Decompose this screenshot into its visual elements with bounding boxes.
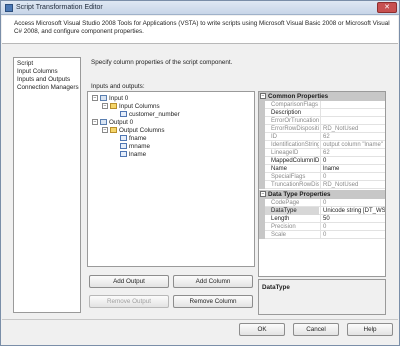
tree-node-output-0[interactable]: − Output 0: [92, 119, 133, 127]
sidebar-item-inputs-and-outputs[interactable]: Inputs and Outputs: [17, 76, 77, 84]
property-row-name[interactable]: Name lname: [259, 165, 385, 173]
add-output-button[interactable]: Add Output: [89, 275, 169, 288]
property-row-length[interactable]: Length 50: [259, 215, 385, 223]
tree-node-mname[interactable]: mname: [120, 143, 150, 151]
sidebar-item-input-columns[interactable]: Input Columns: [17, 68, 77, 76]
property-row-mapped-column-id[interactable]: MappedColumnID 0: [259, 157, 385, 165]
column-icon: [120, 151, 127, 158]
tree-node-input-columns[interactable]: − Input Columns: [102, 103, 160, 111]
close-icon[interactable]: ✕: [377, 2, 397, 13]
output-icon: [100, 119, 107, 126]
property-help-panel: DataType: [258, 279, 386, 315]
tree-node-label: Output 0: [109, 119, 134, 126]
remove-output-button[interactable]: Remove Output: [89, 295, 169, 308]
page-description: Specify column properties of the script …: [91, 59, 233, 66]
window-title: Script Transformation Editor: [16, 4, 103, 11]
add-column-button[interactable]: Add Column: [173, 275, 253, 288]
property-row-error-row-disposition[interactable]: ErrorRowDispositionRD_NotUsed: [259, 125, 385, 133]
help-button[interactable]: Help: [347, 323, 393, 336]
tree-node-label: lname: [129, 151, 147, 158]
property-row-description[interactable]: Description: [259, 109, 385, 117]
sidebar-item-script[interactable]: Script: [17, 60, 77, 68]
title-bar[interactable]: Script Transformation Editor ✕: [1, 1, 399, 15]
collapse-icon[interactable]: −: [92, 119, 98, 126]
ok-button[interactable]: OK: [239, 323, 285, 336]
collapse-icon[interactable]: −: [92, 95, 98, 102]
tree-node-output-columns[interactable]: − Output Columns: [102, 127, 165, 135]
app-icon: [5, 4, 13, 12]
common-properties-category[interactable]: − Common Properties: [259, 92, 385, 101]
folder-icon: [110, 127, 117, 134]
tree-node-label: Output Columns: [119, 127, 165, 134]
remove-column-button[interactable]: Remove Column: [173, 295, 253, 308]
property-row-identification-string[interactable]: IdentificationString output column "lname…: [259, 141, 385, 149]
collapse-icon[interactable]: −: [260, 93, 266, 99]
inputs-outputs-tree[interactable]: − Input 0 − Input Columns customer_number …: [87, 91, 255, 267]
tree-node-label: Input 0: [109, 95, 129, 102]
property-row-code-page[interactable]: CodePage 0: [259, 199, 385, 207]
header-description: Access Microsoft Visual Studio 2008 Tool…: [14, 20, 390, 35]
tree-node-input-0[interactable]: − Input 0: [92, 95, 128, 103]
tree-node-label: Input Columns: [119, 103, 160, 110]
tree-node-label: mname: [129, 143, 150, 150]
folder-icon: [110, 103, 117, 110]
script-transformation-editor-window: Script Transformation Editor ✕ Access Mi…: [0, 0, 400, 346]
property-grid[interactable]: − Common Properties ComparisonFlags Descr…: [258, 91, 386, 277]
property-row-truncation-row-disposition[interactable]: TruncationRowDisp RD_NotUsed: [259, 181, 385, 189]
property-help-title: DataType: [262, 284, 290, 291]
collapse-icon[interactable]: −: [102, 103, 108, 110]
property-row-precision[interactable]: Precision 0: [259, 223, 385, 231]
footer-divider: [2, 319, 398, 320]
tree-node-fname[interactable]: fname: [120, 135, 147, 143]
property-row-comparison-flags[interactable]: ComparisonFlags: [259, 101, 385, 109]
tree-node-label: customer_number: [129, 111, 180, 118]
inputs-outputs-label: Inputs and outputs:: [91, 83, 145, 90]
property-row-scale[interactable]: Scale 0: [259, 231, 385, 239]
property-row-error-or-truncation[interactable]: ErrorOrTruncationO: [259, 117, 385, 125]
column-icon: [120, 111, 127, 118]
property-row-id[interactable]: ID 62: [259, 133, 385, 141]
column-icon: [120, 143, 127, 150]
sidebar-item-connection-managers[interactable]: Connection Managers: [17, 84, 79, 92]
input-icon: [100, 95, 107, 102]
sidebar-nav: Script Input Columns Inputs and Outputs …: [13, 57, 81, 313]
data-type-properties-category[interactable]: − Data Type Properties: [259, 190, 385, 199]
cancel-button[interactable]: Cancel: [293, 323, 339, 336]
header-panel: Access Microsoft Visual Studio 2008 Tool…: [2, 16, 398, 44]
tree-node-lname[interactable]: lname: [120, 151, 146, 159]
tree-node-customer-number[interactable]: customer_number: [120, 111, 180, 119]
property-row-special-flags[interactable]: SpecialFlags 0: [259, 173, 385, 181]
property-row-data-type[interactable]: DataTypeUnicode string [DT_WSTR]: [259, 207, 385, 215]
tree-node-label: fname: [129, 135, 147, 142]
column-icon: [120, 135, 127, 142]
property-row-lineage-id[interactable]: LineageID 62: [259, 149, 385, 157]
collapse-icon[interactable]: −: [102, 127, 108, 134]
collapse-icon[interactable]: −: [260, 191, 266, 197]
